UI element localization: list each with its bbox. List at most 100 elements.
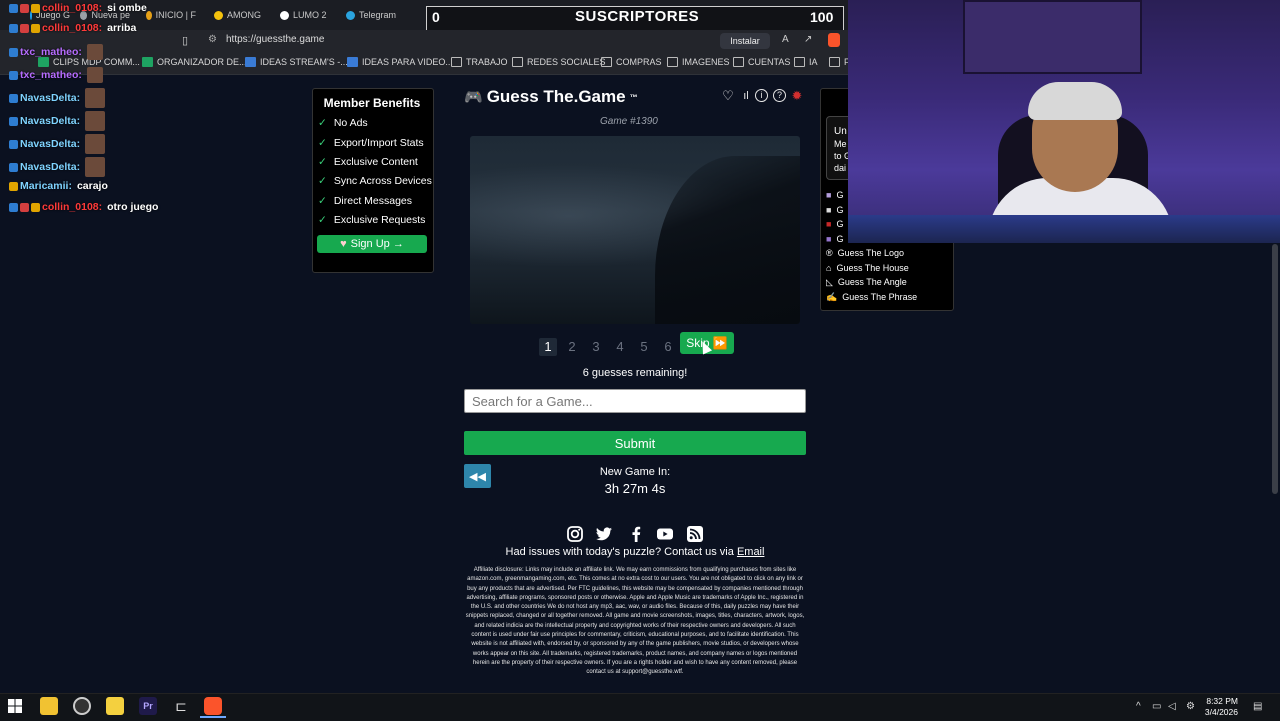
benefit-item: ✓ Exclusive Content <box>318 156 418 168</box>
screenshot-page-3[interactable]: 3 <box>587 338 605 356</box>
email-link[interactable]: Email <box>737 546 765 558</box>
bookmark-item[interactable]: COMPRAS <box>601 57 662 67</box>
screenshot-page-6[interactable]: 6 <box>659 338 677 356</box>
install-button[interactable]: Instalar <box>720 33 770 49</box>
bookmark-item[interactable]: CUENTAS <box>733 57 790 67</box>
premiere-icon[interactable]: Pr <box>139 697 157 715</box>
brave-browser-icon[interactable] <box>204 697 222 715</box>
instagram-icon[interactable] <box>566 525 584 543</box>
benefit-item: ✓ Export/Import Stats <box>318 137 424 149</box>
file-explorer-icon[interactable] <box>40 697 58 715</box>
notifications-icon[interactable]: ▤ <box>1253 701 1262 712</box>
sheets-icon <box>142 57 153 67</box>
url-field[interactable]: https://guessthe.game <box>226 34 324 45</box>
book-icon: ■ <box>826 219 832 229</box>
wall-poster <box>963 0 1142 74</box>
other-game-item[interactable]: ■ G <box>826 190 843 200</box>
desk-light <box>848 215 1280 243</box>
settings-icon[interactable]: ✹ <box>790 89 804 103</box>
game-screenshot <box>470 136 800 324</box>
guesses-remaining: 6 guesses remaining! <box>582 367 688 379</box>
badge-icon <box>31 23 40 33</box>
folder-icon <box>451 57 462 67</box>
bookmark-item[interactable]: F <box>829 57 850 67</box>
game-logo[interactable]: 🎮 Guess The.Game ™ <box>464 87 638 107</box>
bookmark-item[interactable]: IMAGENES <box>667 57 730 67</box>
guess-the-phrase-link[interactable]: ✍ Guess The Phrase <box>826 292 917 303</box>
browser-tab[interactable]: AMONG <box>214 6 264 24</box>
badge-icon <box>9 3 18 13</box>
new-game-countdown: 3h 27m 4s <box>604 481 666 496</box>
screenshot-page-4[interactable]: 4 <box>611 338 629 356</box>
settings-tray-icon[interactable]: ⚙ <box>1186 701 1195 712</box>
browser-tab[interactable]: Telegram <box>346 6 400 24</box>
docs-icon <box>245 57 256 67</box>
chat-message: txc_matheo: <box>9 67 103 83</box>
other-game-item[interactable]: ■ G <box>826 219 843 229</box>
chevron-up-icon[interactable]: ^ <box>1136 701 1141 712</box>
browser-tab[interactable]: INICIO | F <box>146 6 196 24</box>
bookmark-item[interactable]: IA <box>794 57 818 67</box>
game-search-input[interactable] <box>464 389 806 413</box>
info-icon[interactable]: i <box>755 89 768 102</box>
badge-icon <box>20 202 29 212</box>
volume-icon[interactable]: ◁ <box>1168 701 1176 712</box>
network-icon[interactable]: ▭ <box>1152 701 1161 712</box>
guess-the-angle-link[interactable]: ◺ Guess The Angle <box>826 277 907 288</box>
folder-icon <box>601 57 612 67</box>
sticky-notes-icon[interactable] <box>106 697 124 715</box>
screenshot-page-1[interactable]: 1 <box>539 338 557 356</box>
badge-icon <box>9 47 18 57</box>
other-game-item[interactable]: ■ G <box>826 205 843 215</box>
stats-icon[interactable]: ıl <box>739 89 753 103</box>
bookmark-icon[interactable]: ▯ <box>182 34 188 47</box>
translate-icon[interactable]: A <box>782 34 789 45</box>
twitter-icon[interactable] <box>595 525 613 543</box>
folder-icon <box>829 57 840 67</box>
brave-shield-icon[interactable] <box>828 33 840 47</box>
chat-message: txc_matheo: <box>9 44 103 60</box>
heart-icon: ♥ <box>340 238 347 250</box>
windows-start-icon[interactable] <box>8 699 22 713</box>
facebook-icon[interactable] <box>627 525 645 543</box>
obs-icon[interactable] <box>73 697 91 715</box>
bookmark-item[interactable]: TRABAJO <box>451 57 508 67</box>
badge-icon <box>20 3 29 13</box>
benefit-item: ✓ Direct Messages <box>318 195 413 207</box>
guess-the-logo-link[interactable]: ® Guess The Logo <box>826 248 904 258</box>
bookmark-item[interactable]: IDEAS PARA VIDEO... <box>347 57 453 67</box>
angle-icon: ◺ <box>826 277 833 287</box>
capcut-icon[interactable]: ⊏ <box>172 697 190 715</box>
screenshot-page-2[interactable]: 2 <box>563 338 581 356</box>
badge-icon <box>31 202 40 212</box>
check-icon: ✓ <box>318 117 327 129</box>
emote-icon <box>86 44 103 60</box>
share-icon[interactable]: ↗ <box>804 34 812 45</box>
folder-icon <box>794 57 805 67</box>
other-game-item[interactable]: ■ G <box>826 234 843 244</box>
screenshot-page-5[interactable]: 5 <box>635 338 653 356</box>
page-scrollbar[interactable] <box>1272 244 1278 494</box>
rss-icon[interactable] <box>686 525 704 543</box>
guess-the-house-link[interactable]: ⌂ Guess The House <box>826 263 909 273</box>
browser-tab[interactable]: LUMO 2 <box>280 6 330 24</box>
site-info-icon[interactable]: ⚙ <box>208 34 217 45</box>
member-benefits-title: Member Benefits <box>323 96 421 110</box>
clock-time[interactable]: 8:32 PM <box>1198 696 1238 706</box>
badge-icon <box>9 70 18 80</box>
youtube-icon[interactable] <box>656 525 674 543</box>
bookmark-item[interactable]: IDEAS STREAM'S -... <box>245 57 348 67</box>
streamer-cap <box>1028 82 1122 120</box>
subscribers-count: 0 <box>432 9 440 25</box>
clock-date[interactable]: 3/4/2026 <box>1198 707 1238 717</box>
benefit-item: ✓ Sync Across Devices <box>318 175 432 187</box>
emote-icon <box>85 134 106 154</box>
badge-icon <box>9 181 18 191</box>
help-icon[interactable]: ? <box>773 89 786 102</box>
heart-icon[interactable]: ♡ <box>721 89 735 103</box>
sign-up-button[interactable]: ♥ Sign Up → <box>317 235 427 253</box>
bookmark-item[interactable]: REDES SOCIALES <box>512 57 606 67</box>
hand-icon: ✍ <box>826 292 838 302</box>
submit-button[interactable]: Submit <box>464 431 806 455</box>
bookmark-item[interactable]: ORGANIZADOR DE... <box>142 57 247 67</box>
